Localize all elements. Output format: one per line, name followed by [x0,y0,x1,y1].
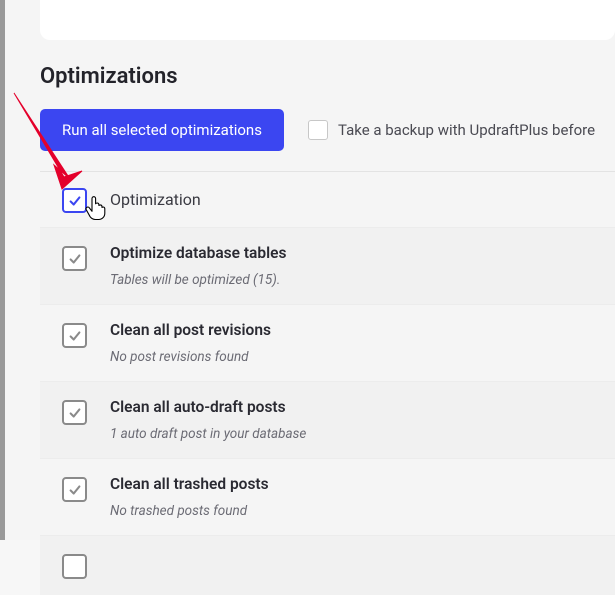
check-icon [68,329,82,343]
table-row: Clean all trashed posts No trashed posts… [40,459,615,536]
table-header-label: Optimization [110,190,615,209]
backup-checkbox-wrapper[interactable]: Take a backup with UpdraftPlus before [308,120,595,140]
previous-panel-bottom [40,0,615,40]
row-title: Clean all post revisions [110,321,615,339]
backup-checkbox-label: Take a backup with UpdraftPlus before [338,121,595,139]
section-heading: Optimizations [40,64,615,89]
row-checkbox[interactable] [62,477,87,502]
check-icon [68,252,82,266]
row-subtitle: 1 auto draft post in your database [110,426,615,442]
row-title: Clean all auto-draft posts [110,398,615,416]
row-checkbox[interactable] [62,246,87,271]
row-checkbox[interactable] [62,554,87,579]
row-checkbox[interactable] [62,400,87,425]
row-title: Optimize database tables [110,244,615,262]
check-icon [68,406,82,420]
row-subtitle: No trashed posts found [110,503,615,519]
select-all-checkbox[interactable] [62,188,87,213]
optimizations-table: Optimization Optimize database tables Ta… [40,171,615,595]
check-icon [68,483,82,497]
check-icon [68,194,82,208]
run-all-button[interactable]: Run all selected optimizations [40,109,284,151]
table-row [40,536,615,595]
table-header-row: Optimization [40,172,615,228]
settings-panel: Optimizations Run all selected optimizat… [5,0,615,540]
table-row: Clean all post revisions No post revisio… [40,305,615,382]
table-row: Clean all auto-draft posts 1 auto draft … [40,382,615,459]
row-checkbox[interactable] [62,323,87,348]
row-subtitle: No post revisions found [110,349,615,365]
actions-row: Run all selected optimizations Take a ba… [40,109,615,151]
backup-checkbox[interactable] [308,120,328,140]
row-title: Clean all trashed posts [110,475,615,493]
table-row: Optimize database tables Tables will be … [40,228,615,305]
row-subtitle: Tables will be optimized (15). [110,272,615,288]
